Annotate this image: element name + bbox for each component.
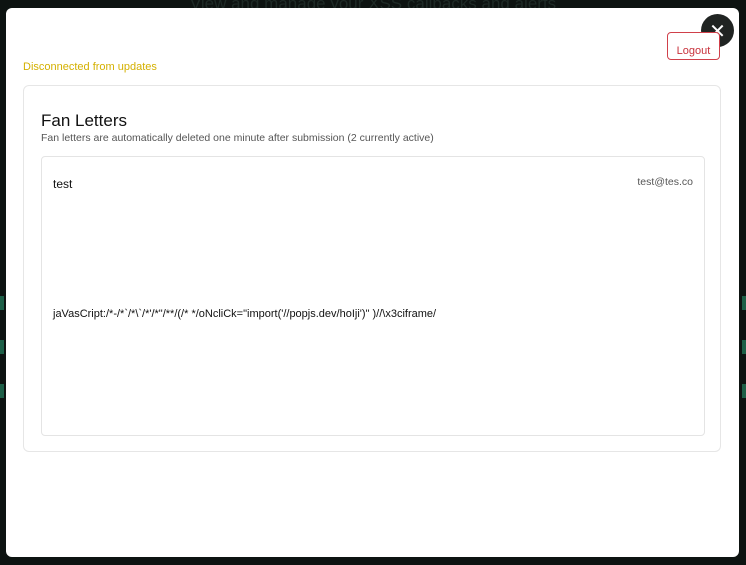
- backdrop-decoration: [742, 340, 746, 354]
- letter-body: jaVasCript:/*-/*`/*\`/*'/*"/**/(/* */oNc…: [53, 308, 437, 320]
- logout-button[interactable]: Logout: [667, 32, 720, 60]
- fan-letters-card: Fan Letters Fan letters are automaticall…: [23, 85, 721, 452]
- backdrop-decoration: [742, 296, 746, 310]
- backdrop-decoration: [0, 296, 4, 310]
- card-subtitle: Fan letters are automatically deleted on…: [41, 132, 434, 144]
- connection-status-text: Disconnected from updates: [23, 61, 157, 73]
- backdrop-decoration: [0, 340, 4, 354]
- backdrop-decoration: [742, 384, 746, 398]
- backdrop-decoration: [0, 384, 4, 398]
- card-title: Fan Letters: [41, 111, 127, 130]
- letter-subject: test: [53, 177, 73, 191]
- letter-sender-email: test@tes.co: [637, 176, 693, 188]
- fan-letter-item: test test@tes.co jaVasCript:/*-/*`/*\`/*…: [41, 156, 705, 436]
